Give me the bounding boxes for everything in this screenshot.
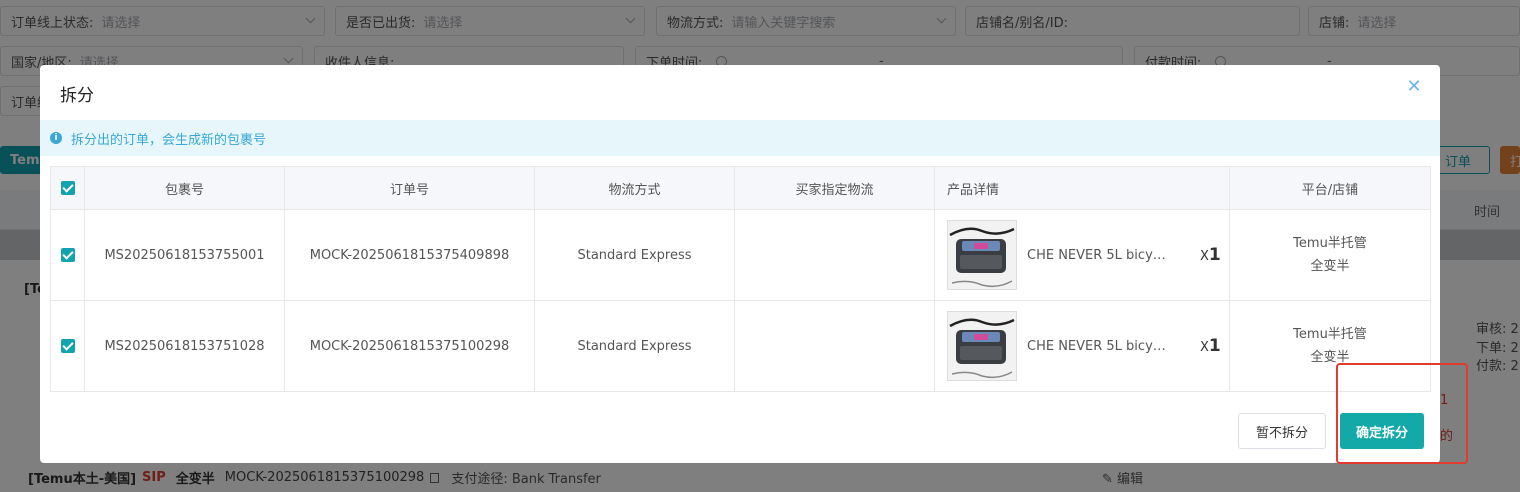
product-image[interactable]	[947, 220, 1017, 290]
platform-name: Temu半托管	[1293, 327, 1367, 342]
column-header: 买家指定物流	[734, 166, 935, 210]
product-detail-cell: CHE NEVER 5L bicycle handlebar bag X1	[934, 300, 1230, 392]
product-quantity: X1	[1200, 245, 1221, 265]
row-checkbox[interactable]	[60, 339, 75, 353]
column-header: 物流方式	[534, 166, 735, 210]
column-header: 产品详情	[934, 166, 1230, 210]
logistics-method: Standard Express	[534, 300, 735, 392]
split-table: 包裹号 订单号 物流方式 买家指定物流 产品详情 平台/店铺 MS2025061…	[50, 166, 1431, 392]
buyer-logistics	[734, 209, 935, 301]
order-number: MOCK-2025061815375409898	[284, 209, 535, 301]
product-quantity: X1	[1200, 336, 1221, 356]
notice-text: 拆分出的订单，会生成新的包裹号	[71, 132, 267, 148]
close-icon[interactable]: ✕	[1406, 78, 1422, 96]
info-icon: i	[50, 132, 62, 144]
select-all-checkbox[interactable]	[60, 181, 75, 195]
quantity-prefix: X	[1200, 340, 1209, 355]
table-row: MS20250618153751028 MOCK-202506181537510…	[50, 300, 1431, 392]
quantity-value: 1	[1208, 245, 1221, 265]
column-header: 包裹号	[84, 166, 285, 210]
split-dialog: 拆分 ✕ i 拆分出的订单，会生成新的包裹号 包裹号 订单号 物流方式 买家指定…	[40, 65, 1440, 463]
package-number: MS20250618153751028	[84, 300, 285, 392]
dialog-title: 拆分	[60, 86, 94, 106]
product-name: CHE NEVER 5L bicycle handlebar bag	[1027, 247, 1172, 263]
buyer-logistics	[734, 300, 935, 392]
product-image[interactable]	[947, 311, 1017, 381]
platform-name: Temu半托管	[1293, 236, 1367, 251]
package-number: MS20250618153755001	[84, 209, 285, 301]
row-checkbox[interactable]	[60, 248, 75, 262]
highlight-box	[1336, 363, 1468, 464]
row-select-cell	[50, 209, 85, 301]
bicycle-bag-image	[948, 312, 1016, 380]
column-header: 平台/店铺	[1229, 166, 1431, 210]
product-name: CHE NEVER 5L bicycle handlebar bag	[1027, 338, 1172, 354]
bicycle-bag-image	[948, 221, 1016, 289]
quantity-value: 1	[1208, 336, 1221, 356]
table-row: MS20250618153755001 MOCK-202506181537540…	[50, 209, 1431, 301]
product-detail-cell: CHE NEVER 5L bicycle handlebar bag X1	[934, 209, 1230, 301]
select-all-cell	[50, 166, 85, 210]
quantity-prefix: X	[1200, 249, 1209, 264]
info-notice: i 拆分出的订单，会生成新的包裹号	[40, 120, 1440, 156]
cancel-split-button[interactable]: 暂不拆分	[1238, 413, 1326, 449]
column-header: 订单号	[284, 166, 535, 210]
order-number: MOCK-2025061815375100298	[284, 300, 535, 392]
platform-store-cell: Temu半托管 全变半	[1229, 209, 1431, 301]
row-select-cell	[50, 300, 85, 392]
store-name: 全变半	[1310, 259, 1350, 274]
table-header-row: 包裹号 订单号 物流方式 买家指定物流 产品详情 平台/店铺	[50, 166, 1431, 210]
logistics-method: Standard Express	[534, 209, 735, 301]
